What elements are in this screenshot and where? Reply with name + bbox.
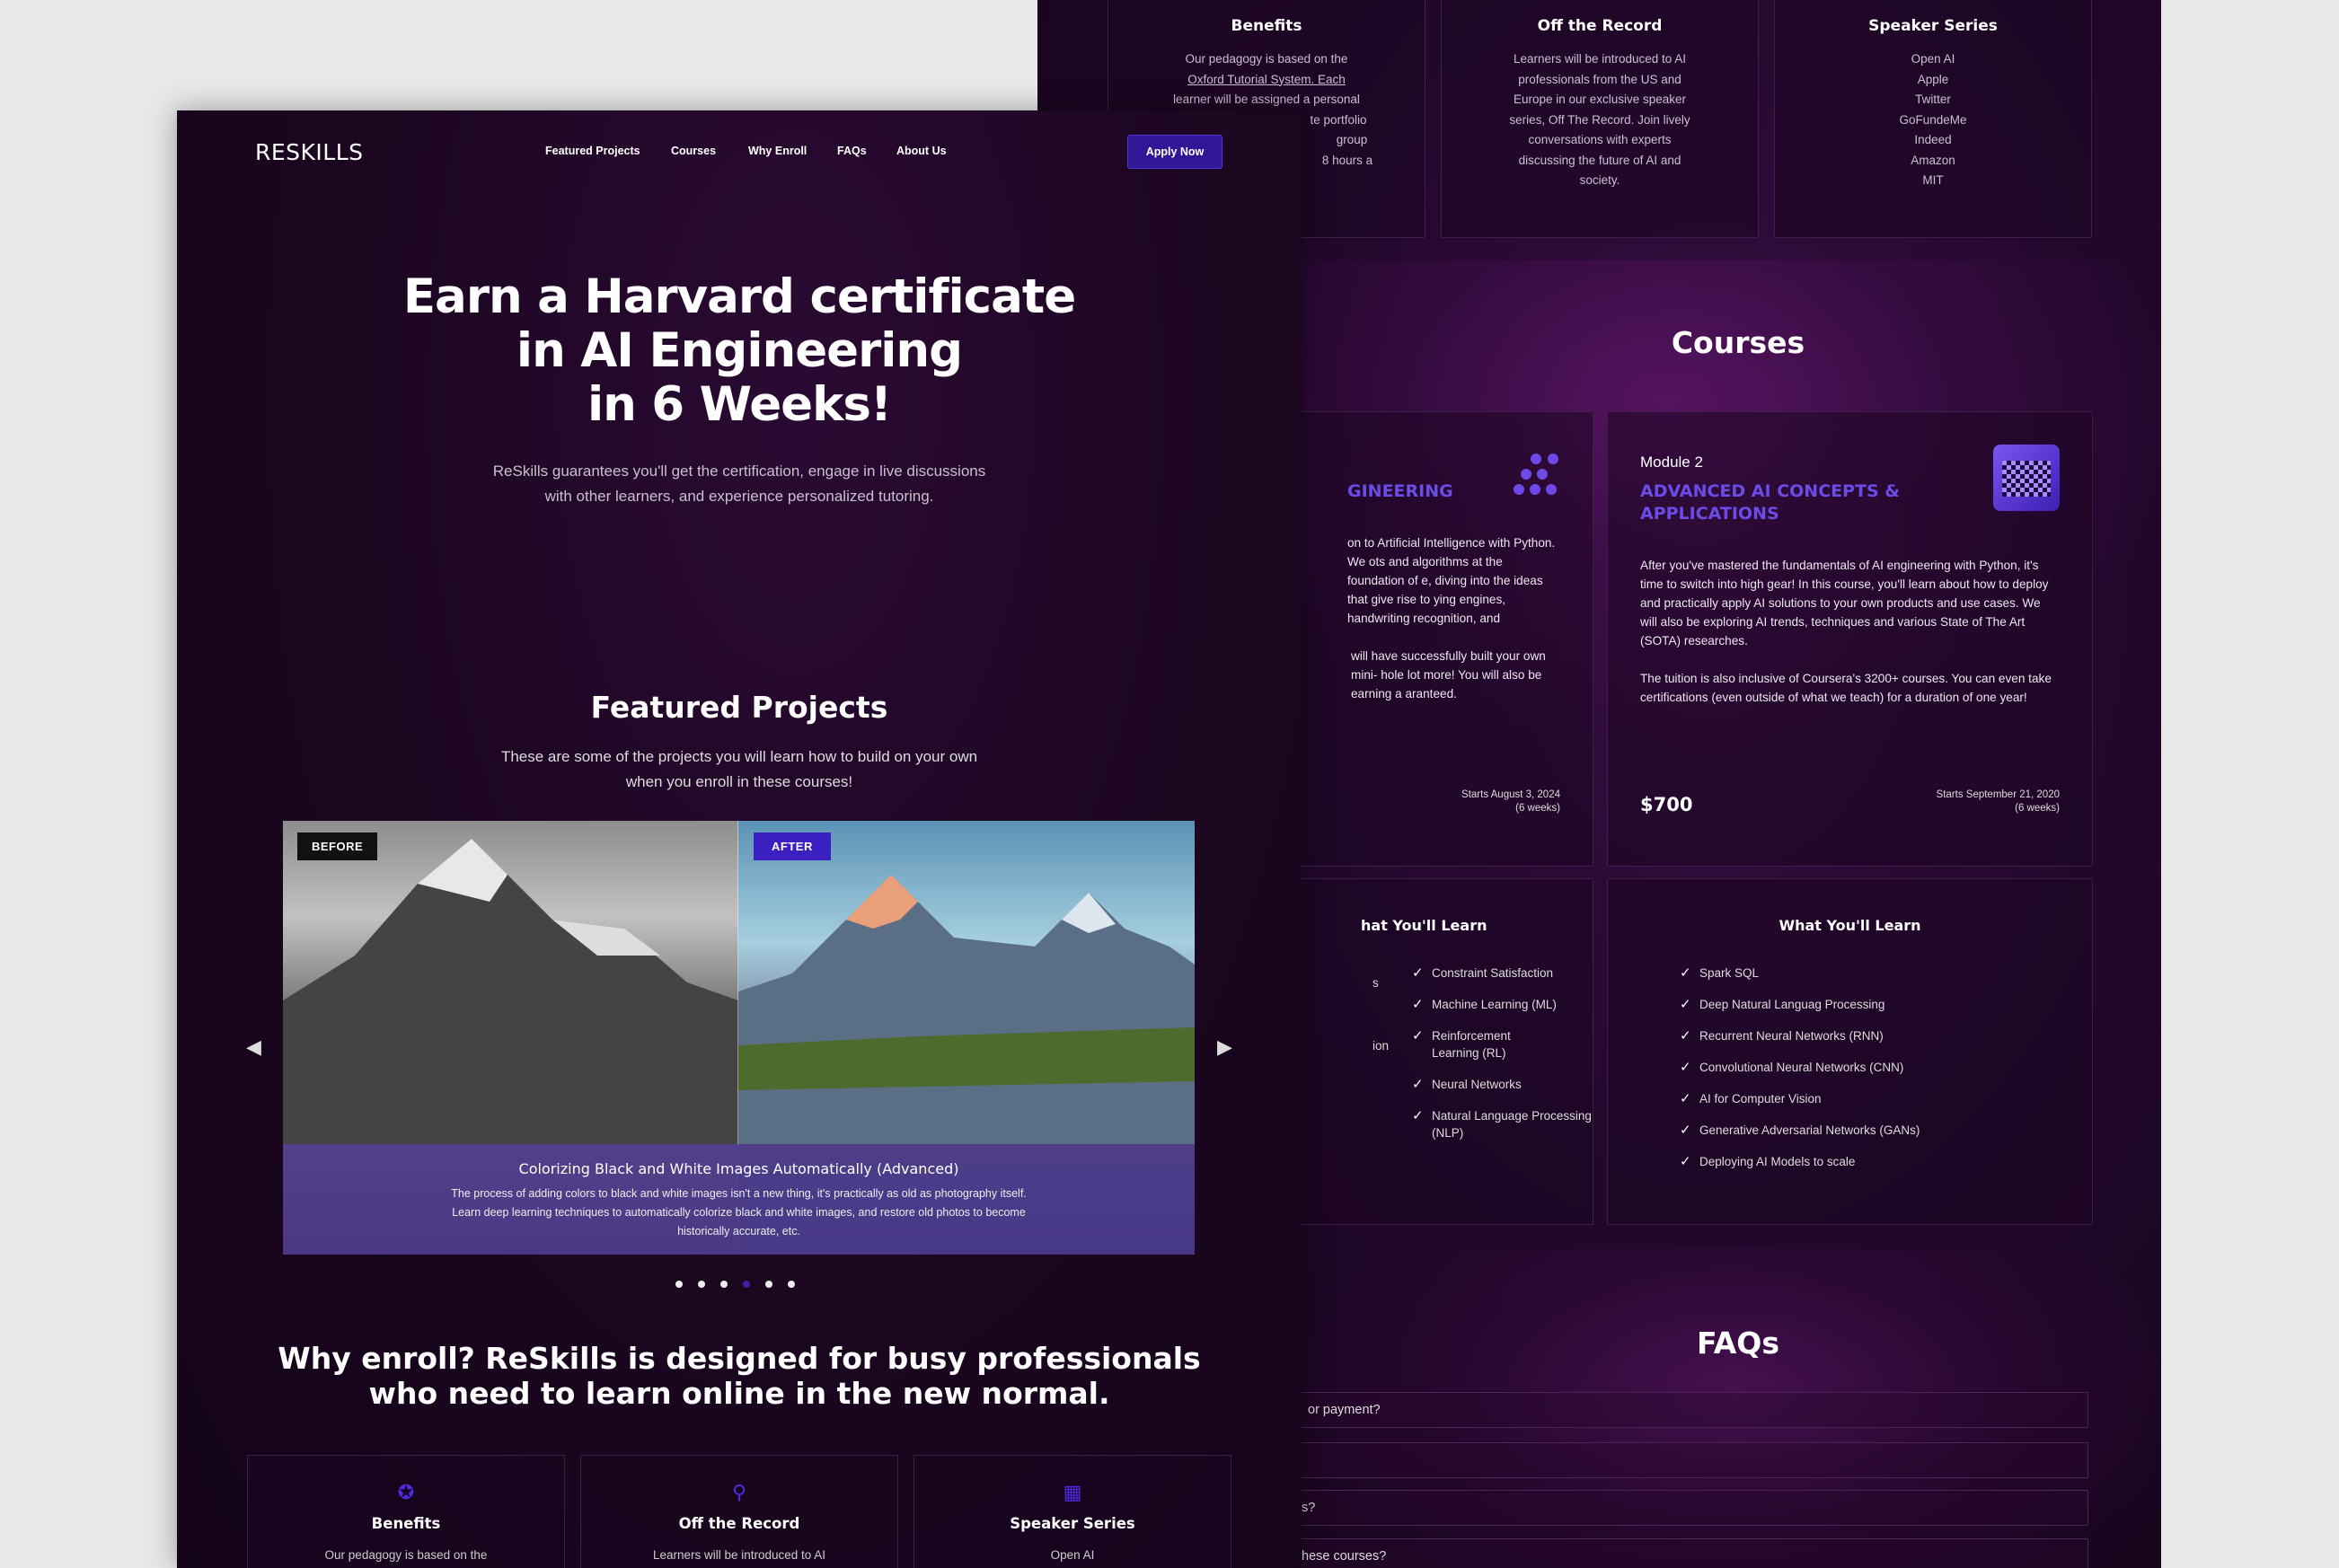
chat-icon: ▦ [1063, 1481, 1082, 1503]
learn-item: Neural Networks [1412, 1076, 1560, 1093]
dots-icon [1512, 454, 1560, 502]
card-line: Our pedagogy is based on the [1185, 52, 1348, 66]
card-line: Europe in our exclusive speaker [1513, 92, 1687, 106]
featured-projects-title: Featured Projects [590, 690, 888, 725]
prev-arrow-icon[interactable]: ◀ [246, 1035, 261, 1059]
learn-item: Deploying AI Models to scale [1680, 1153, 2060, 1170]
featured-projects-subtitle: These are some of the projects you will … [500, 748, 978, 790]
course-title: ADVANCED AI CONCEPTS & APPLICATIONS [1640, 481, 1900, 524]
nav-featured-projects[interactable]: Featured Projects [545, 145, 640, 157]
before-tag: BEFORE [297, 832, 378, 860]
learn-item: Natural Language Processing (NLP) [1412, 1107, 1592, 1141]
learn-item: Machine Learning (ML) [1412, 996, 1560, 1013]
course-description-2: The tuition is also inclusive of Courser… [1640, 672, 2052, 704]
card-title: Benefits [371, 1515, 441, 1532]
speaker-name: MIT [1922, 173, 1944, 187]
nav-about-us[interactable]: About Us [896, 145, 947, 157]
chat-icon: ▬ [1923, 0, 1943, 3]
learn-item: Recurrent Neural Networks (RNN) [1680, 1027, 2060, 1044]
card-line: professionals from the US and [1518, 72, 1681, 86]
learn-item: Deep Natural Languag Processing [1680, 996, 2060, 1013]
speaker-name: Open AI [1911, 52, 1955, 66]
project-slider[interactable]: BEFORE AFTER Colorizing Black and White … [283, 821, 1195, 1255]
course-price: $700 [1640, 794, 1693, 815]
courses-title: Courses [1671, 325, 1805, 360]
landing-page: RESKILLS Featured Projects Courses Why E… [177, 110, 1302, 1568]
next-arrow-icon[interactable]: ▶ [1217, 1035, 1232, 1059]
star-icon: ● [1257, 0, 1276, 3]
slide-description: The process of adding colors to black an… [451, 1187, 1027, 1238]
why-enroll-title: Why enroll? ReSkills is designed for bus… [278, 1341, 1201, 1411]
speaker-name: Indeed [1914, 133, 1952, 146]
learn-item: AI for Computer Vision [1680, 1090, 2060, 1107]
hero-title: Earn a Harvard certificate in AI Enginee… [402, 269, 1076, 432]
card-text: Learners will be introduced to AI [652, 1548, 826, 1562]
learn-item: Spark SQL [1680, 965, 2060, 982]
logo[interactable]: RESKILLS [255, 139, 364, 165]
card-title: Speaker Series [1010, 1515, 1135, 1532]
course-start-date: Starts September 21, 2020 (6 weeks) [1936, 789, 2060, 814]
speaker-series-card: ▬ Speaker Series Open AI Apple Twitter G… [1774, 0, 2092, 238]
cut-off-item: s [1373, 976, 1379, 990]
learn-title: What You'll Learn [1779, 917, 1921, 934]
learn-item: Convolutional Neural Networks (CNN) [1680, 1059, 2060, 1076]
mountain-color-image [738, 875, 1195, 1144]
faqs-title: FAQs [1697, 1326, 1779, 1361]
card-title: Benefits [1231, 17, 1302, 35]
card-title: Speaker Series [1868, 17, 1998, 35]
learn-item: Generative Adversarial Networks (GANs) [1680, 1122, 2060, 1139]
cut-off-item: ion [1373, 1039, 1390, 1053]
speaker-series-card: ▦ Speaker Series Open AI [914, 1455, 1231, 1568]
card-line: conversations with experts [1528, 133, 1672, 146]
card-title: Off the Record [678, 1515, 800, 1532]
mic-off-icon: ★ [1590, 0, 1610, 3]
nav-why-enroll[interactable]: Why Enroll [748, 145, 807, 157]
speaker-name: GoFundeMe [1899, 112, 1967, 127]
slide-title: Colorizing Black and White Images Automa… [518, 1160, 959, 1177]
slider-pagination [675, 1276, 810, 1292]
nav-courses[interactable]: Courses [671, 145, 716, 157]
learn-card-module-2: What You'll Learn Spark SQL Deep Natural… [1607, 878, 2093, 1225]
benefits-card: ✪ Benefits Our pedagogy is based on the [247, 1455, 565, 1568]
learn-item: Reinforcement Learning (RL) [1412, 1027, 1560, 1061]
learn-list: Spark SQL Deep Natural Languag Processin… [1640, 965, 2060, 1170]
course-start-date: Starts August 3, 2024 (6 weeks) [1461, 789, 1560, 814]
card-line: society. [1579, 173, 1620, 187]
card-line: series, Off The Record. Join lively [1509, 112, 1690, 127]
hero-subtitle: ReSkills guarantees you'll get the certi… [492, 462, 986, 505]
slide-caption: Colorizing Black and White Images Automa… [283, 1144, 1195, 1255]
mic-off-icon: ⚲ [731, 1481, 747, 1503]
card-title: Off the Record [1537, 17, 1663, 35]
card-text: Our pedagogy is based on the [324, 1548, 488, 1562]
slide-dot[interactable] [765, 1281, 772, 1288]
course-description: After you've mastered the fundamentals o… [1640, 559, 2049, 647]
off-the-record-card: ★ Off the Record Learners will be introd… [1441, 0, 1759, 238]
star-icon: ✪ [397, 1481, 415, 1503]
slide-dot[interactable] [788, 1281, 795, 1288]
slide-dot[interactable] [698, 1281, 705, 1288]
slide-dot[interactable] [675, 1281, 683, 1288]
card-line: Learners will be introduced to AI [1513, 52, 1687, 66]
card-line: learner will be assigned a personal [1173, 92, 1360, 106]
off-the-record-card: ⚲ Off the Record Learners will be introd… [580, 1455, 898, 1568]
oxford-tutorial-link[interactable]: Oxford Tutorial System. Each [1187, 73, 1346, 86]
after-tag: AFTER [754, 832, 831, 860]
slide-dot[interactable] [720, 1281, 728, 1288]
speaker-name: Amazon [1911, 153, 1955, 167]
course-card-module-2: Module 2 ADVANCED AI CONCEPTS & APPLICAT… [1607, 411, 2093, 867]
nav-faqs[interactable]: FAQs [837, 145, 867, 157]
speaker-name: Apple [1917, 72, 1949, 86]
slide-dot-active[interactable] [743, 1281, 750, 1288]
checker-grid-icon [1993, 445, 2060, 511]
card-line: discussing the future of AI and [1518, 153, 1681, 167]
mountain-bw-image [283, 839, 738, 1144]
speaker-name: Twitter [1915, 92, 1951, 106]
apply-now-button[interactable]: Apply Now [1127, 135, 1222, 169]
card-text: Open AI [1050, 1548, 1095, 1562]
learn-item: Constraint Satisfaction [1412, 965, 1560, 982]
